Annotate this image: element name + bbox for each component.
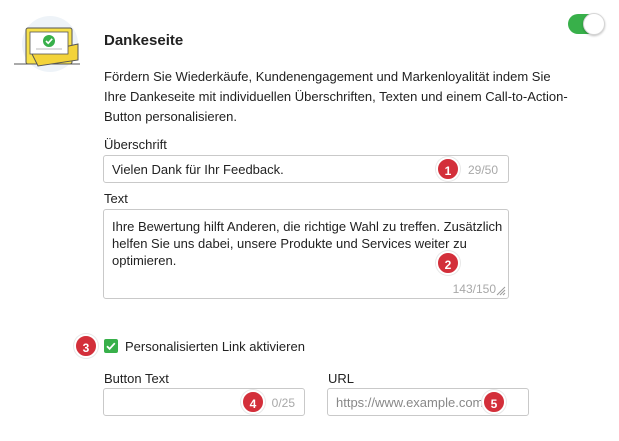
thank-you-card-illustration xyxy=(12,14,82,74)
headline-counter: 29/50 xyxy=(467,163,498,177)
personalized-link-label: Personalisierten Link aktivieren xyxy=(125,339,305,354)
text-counter: 143/150 xyxy=(452,282,496,296)
section-description: Fördern Sie Wiederkäufe, Kundenengagemen… xyxy=(104,69,568,124)
headline-label: Überschrift xyxy=(104,137,167,152)
toggle-knob xyxy=(583,13,605,35)
checkmark-icon xyxy=(106,342,116,351)
button-text-counter: 0/25 xyxy=(271,396,295,410)
thank-you-card-icon xyxy=(14,16,80,72)
text-label: Text xyxy=(104,191,128,206)
annotation-badge-1: 1 xyxy=(436,157,460,181)
button-text-field[interactable]: 0/25 xyxy=(103,388,305,416)
button-text-label: Button Text xyxy=(104,371,169,386)
url-label: URL xyxy=(328,371,355,386)
section-title: Dankeseite xyxy=(104,32,184,49)
annotation-badge-2: 2 xyxy=(436,251,460,275)
annotation-badge-3: 3 xyxy=(74,334,98,358)
resize-handle-icon[interactable] xyxy=(496,286,506,296)
personalized-link-checkbox[interactable] xyxy=(104,339,118,353)
annotation-badge-5: 5 xyxy=(482,390,506,414)
annotation-badge-4: 4 xyxy=(241,390,265,414)
enable-toggle[interactable] xyxy=(568,13,605,35)
